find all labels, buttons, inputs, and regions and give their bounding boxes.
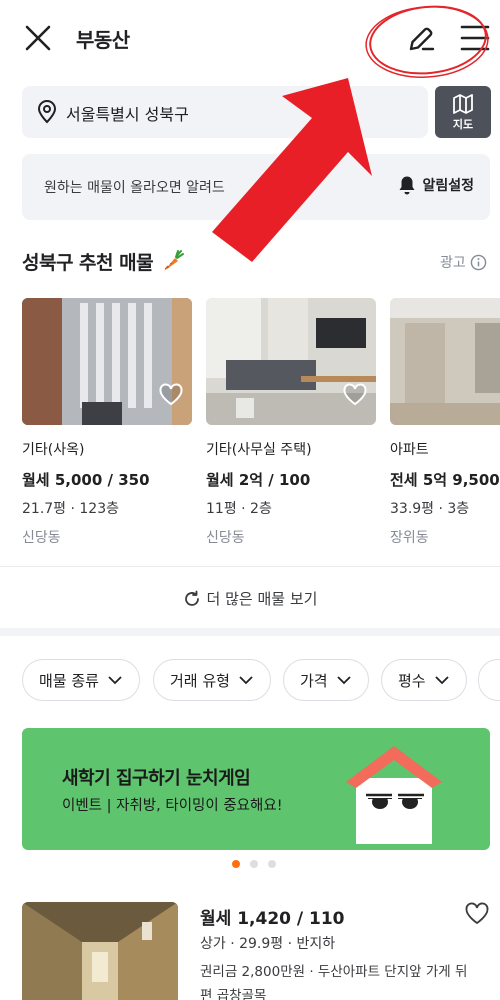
listing-price: 월세 1,420 / 110: [200, 909, 345, 929]
property-card[interactable]: 아파트 전세 5억 9,500 33.9평 · 3층 장위동: [390, 298, 500, 547]
chevron-down-icon: [239, 676, 253, 685]
banner-title: 새학기 집구하기 눈치게임: [62, 768, 251, 789]
house-illustration: [346, 746, 442, 844]
property-card[interactable]: 기타(사옥) 월세 5,000 / 350 21.7평 · 123층 신당동: [22, 298, 192, 547]
ad-info[interactable]: 광고: [440, 252, 487, 272]
alert-banner: 원하는 매물이 올라오면 알려드 알림설정: [22, 154, 490, 220]
more-listings-label: 더 많은 매물 보기: [206, 590, 318, 608]
property-type: 기타(사무실 주택): [206, 442, 312, 458]
property-price: 월세 2억 / 100: [206, 471, 311, 489]
top-bar: 부동산: [0, 0, 500, 76]
filter-more[interactable]: [478, 659, 500, 701]
map-icon: [453, 94, 473, 114]
hamburger-menu-icon: [460, 25, 490, 51]
location-text: 서울특별시 성북구: [66, 105, 189, 124]
filter-label: 가격: [300, 671, 328, 690]
heart-icon[interactable]: [342, 383, 368, 407]
page-title: 부동산: [76, 28, 130, 52]
carrot-icon: [164, 250, 185, 271]
edit-button[interactable]: [404, 22, 438, 56]
close-button[interactable]: [22, 22, 54, 54]
carousel-dot-active[interactable]: [232, 860, 240, 868]
filter-property-type[interactable]: 매물 종류: [22, 659, 140, 701]
carousel-dot[interactable]: [268, 860, 276, 868]
property-size: 33.9평 · 3층: [390, 501, 470, 517]
alert-setting-button[interactable]: 알림설정: [398, 175, 474, 195]
listing-meta: 상가 · 29.9평 · 반지하: [200, 936, 336, 952]
property-size: 21.7평 · 123층: [22, 501, 120, 517]
filter-trade-type[interactable]: 거래 유형: [153, 659, 271, 701]
property-size: 11평 · 2층: [206, 501, 272, 517]
carousel-indicator: [232, 860, 276, 868]
section-title: 성북구 추천 매물: [22, 248, 185, 275]
banner-subtitle: 이벤트 | 자취방, 타이밍이 중요해요!: [62, 798, 283, 814]
property-area: 신당동: [206, 530, 245, 546]
more-listings-button[interactable]: 더 많은 매물 보기: [0, 588, 500, 609]
refresh-icon: [184, 590, 199, 606]
filter-label: 매물 종류: [39, 671, 99, 690]
alert-text: 원하는 매물이 올라오면 알려드: [44, 180, 225, 196]
filter-area[interactable]: 평수: [381, 659, 467, 701]
property-card[interactable]: 기타(사무실 주택) 월세 2억 / 100 11평 · 2층 신당동: [206, 298, 376, 547]
menu-button[interactable]: [458, 22, 492, 54]
close-icon: [25, 25, 51, 51]
filter-chips: 매물 종류 거래 유형 가격 평수: [22, 659, 500, 701]
location-selector[interactable]: 서울특별시 성북구: [22, 86, 428, 138]
info-icon: [470, 254, 487, 270]
listing-photo: [22, 902, 178, 1000]
carousel-dot[interactable]: [250, 860, 258, 868]
property-price: 월세 5,000 / 350: [22, 471, 150, 489]
section-divider: [0, 628, 500, 636]
section-title-text: 성북구 추천 매물: [22, 252, 154, 274]
heart-icon[interactable]: [158, 383, 184, 407]
chevron-down-icon: [434, 676, 449, 685]
property-area: 신당동: [22, 530, 61, 546]
property-area: 장위동: [390, 530, 429, 546]
listing-description: 권리금 2,800만원 · 두산아파트 단지앞 가게 뒤편 곱창골목: [200, 964, 468, 1000]
divider: [0, 566, 500, 567]
property-photo: [206, 298, 376, 425]
map-button[interactable]: 지도: [435, 86, 491, 138]
listing-item[interactable]: 월세 1,420 / 110 상가 · 29.9평 · 반지하 권리금 2,80…: [22, 902, 490, 1000]
recommended-carousel[interactable]: 기타(사옥) 월세 5,000 / 350 21.7평 · 123층 신당동 기…: [22, 298, 500, 548]
chevron-down-icon: [336, 676, 351, 685]
alert-setting-label: 알림설정: [422, 178, 474, 194]
property-type: 기타(사옥): [22, 442, 85, 458]
map-button-label: 지도: [452, 118, 474, 131]
property-photo: [390, 298, 500, 425]
property-type: 아파트: [390, 442, 429, 458]
ad-label: 광고: [440, 255, 466, 271]
filter-label: 거래 유형: [170, 671, 230, 690]
chevron-down-icon: [108, 676, 122, 685]
property-photo: [22, 298, 192, 425]
heart-icon[interactable]: [464, 902, 490, 926]
promo-banner[interactable]: 새학기 집구하기 눈치게임 이벤트 | 자취방, 타이밍이 중요해요!: [22, 728, 490, 850]
filter-label: 평수: [398, 671, 426, 690]
location-pin-icon: [37, 100, 57, 124]
bell-icon: [399, 176, 415, 195]
pencil-icon: [409, 27, 435, 51]
filter-price[interactable]: 가격: [283, 659, 369, 701]
property-price: 전세 5억 9,500: [390, 471, 500, 489]
